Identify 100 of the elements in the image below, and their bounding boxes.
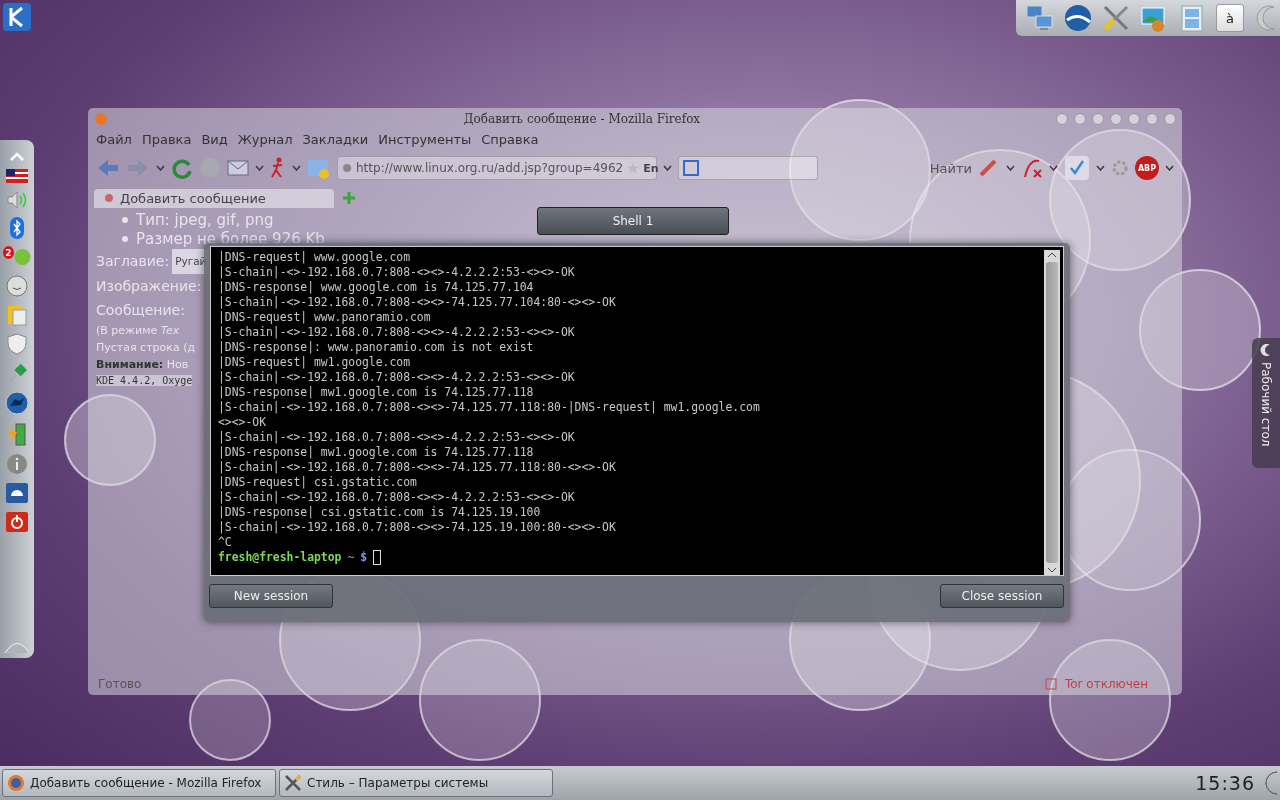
prompt-path: ~ (347, 550, 355, 565)
info-icon[interactable] (6, 453, 28, 475)
monitors-icon[interactable] (1026, 4, 1054, 32)
list-item: Тип: jpeg, gif, png (136, 211, 274, 229)
menu-item[interactable]: Правка (141, 132, 192, 147)
lock-icon[interactable] (5, 482, 29, 504)
terminal-line: |S-chain|-<>-192.168.0.7:808-<><>-74.125.77.118:80-<><>-OK (218, 460, 617, 475)
adblock-button[interactable]: ABP (1135, 156, 1159, 180)
new-session-button[interactable]: New session (209, 584, 333, 608)
terminal-line: |S-chain|-<>-192.168.0.7:808-<><>-4.2.2.2:53-<><>-OK (218, 265, 576, 280)
menu-item[interactable]: Журнал (237, 132, 293, 147)
terminal-line: |S-chain|-<>-192.168.0.7:808-<><>-4.2.2.2:53-<><>-OK (218, 490, 576, 505)
menu-item[interactable]: Закладки (302, 132, 369, 147)
terminal-line: |DNS-response| csi.gstatic.com is 74.125.19.100 (218, 505, 542, 520)
terminal-line: |DNS-response| mw1.google.com is 74.125.77.118 (218, 385, 535, 400)
clock: 15:36 (1195, 772, 1255, 794)
file-cabinet-icon[interactable] (1178, 4, 1206, 32)
scrollbar[interactable] (1044, 250, 1060, 575)
caret-icon[interactable] (156, 165, 165, 171)
taskbar-task[interactable]: Стиль – Параметры системы (279, 769, 553, 797)
terminal-line: |DNS-request| mw1.google.com (218, 355, 412, 370)
terminal-line: |DNS-response| mw1.google.com is 74.125.77.118 (218, 445, 535, 460)
check-icon[interactable] (1064, 155, 1090, 181)
browser-tab[interactable]: Добавить сообщение (94, 188, 334, 208)
pin-icon[interactable] (7, 362, 27, 384)
terminal-line: |S-chain|-<>-192.168.0.7:808-<><>-4.2.2.2:53-<><>-OK (218, 370, 576, 385)
mail-icon[interactable] (227, 160, 249, 176)
clipboard-icon[interactable] (7, 304, 27, 326)
terminal-line: |S-chain|-<>-192.168.0.7:808-<><>-4.2.2.2:53-<><>-OK (218, 430, 576, 445)
field-label: Заглавие: (96, 252, 170, 271)
speaker-icon[interactable] (6, 190, 28, 210)
bullet-icon (122, 236, 128, 242)
caret-icon[interactable] (1006, 165, 1015, 171)
prompt-symbol: $ (360, 550, 368, 565)
menu-item[interactable]: Инструменты (378, 132, 472, 147)
keyboard-key[interactable]: à (1216, 4, 1244, 32)
taskbar-task[interactable]: Добавить сообщение - Mozilla Firefox (2, 769, 276, 797)
menu-item[interactable]: Вид (201, 132, 228, 147)
terminal-line: ^C (218, 535, 233, 550)
caret-icon[interactable] (1049, 165, 1058, 171)
chevron-up-icon[interactable] (9, 152, 25, 162)
field-label: Сообщение: (96, 301, 185, 320)
gear-icon[interactable] (1111, 159, 1129, 177)
wolf-globe-icon[interactable] (5, 391, 29, 415)
search-field[interactable] (678, 156, 818, 180)
battery-icon[interactable] (7, 422, 27, 446)
terminal-line: <><>-OK (218, 415, 267, 430)
scroll-down-icon[interactable] (1047, 567, 1057, 573)
caret-icon[interactable] (292, 165, 301, 171)
terminal-line: |S-chain|-<>-192.168.0.7:808-<><>-4.2.2.2:53-<><>-OK (218, 325, 576, 340)
smiley-bubble-icon[interactable] (6, 275, 28, 297)
globe-icon[interactable] (1064, 4, 1092, 32)
terminal-line: |S-chain|-<>-192.168.0.7:808-<><>-74.125.77.118:80-|DNS-request| mw1.google.com (218, 400, 761, 415)
close-session-button[interactable]: Close session (940, 584, 1064, 608)
terminal-line: |S-chain|-<>-192.168.0.7:808-<><>-74.125.77.104:80-<><>-OK (218, 295, 617, 310)
search-engine-icon[interactable] (683, 160, 701, 176)
back-arrow-icon[interactable] (96, 158, 120, 178)
find-button[interactable]: Найти (929, 160, 972, 176)
image-editor-icon[interactable] (1140, 4, 1168, 32)
caret-icon[interactable] (255, 165, 264, 171)
address-field[interactable]: http://www.linux.org.ru/add.jsp?group=4962 En (337, 156, 657, 180)
scroll-up-icon[interactable] (1047, 252, 1057, 258)
terminal-line: |DNS-response|: www.panoramio.com is not exist (218, 340, 535, 355)
caret-icon[interactable] (663, 165, 672, 171)
bluetooth-icon[interactable] (10, 217, 24, 239)
menu-item[interactable]: Файл (96, 132, 132, 147)
reload-icon[interactable] (171, 157, 193, 179)
globe-icon[interactable] (7, 774, 25, 792)
caret-icon[interactable] (1096, 165, 1105, 171)
chat-bubble-icon[interactable] (14, 246, 31, 266)
terminal-line: |DNS-request| www.panoramio.com (218, 310, 432, 325)
tools-icon[interactable] (1102, 4, 1130, 32)
tools-icon[interactable] (284, 774, 302, 792)
terminal-line: |DNS-request| www.google.com (218, 250, 412, 265)
hint-text: Внимание: Нов (96, 357, 189, 373)
message-count-badge: 2 (3, 246, 14, 259)
caret-icon[interactable] (1165, 165, 1174, 171)
tor-icon[interactable] (1044, 678, 1057, 690)
hint-text: Пустая строка (д (96, 340, 196, 356)
terminal-line: |DNS-request| csi.gstatic.com (218, 475, 418, 490)
script-icon[interactable] (1021, 157, 1043, 179)
power-icon[interactable] (5, 511, 29, 533)
bullet-icon (122, 217, 128, 223)
kde-logo-icon[interactable] (2, 2, 32, 32)
menu-item[interactable]: Справка (481, 132, 539, 147)
shell-tab[interactable]: Shell 1 (537, 207, 729, 235)
terminal-line: |DNS-response| www.google.com is 74.125.77.104 (218, 280, 535, 295)
image-icon[interactable] (307, 157, 331, 179)
prompt-user-host: fresh@fresh-laptop (218, 550, 342, 565)
hint-text: (В режиме Tex (96, 323, 180, 339)
shield-icon[interactable] (7, 333, 27, 355)
cursor-icon (373, 550, 382, 565)
us-flag-icon[interactable] (6, 169, 28, 183)
terminal-line: |S-chain|-<>-192.168.0.7:808-<><>-74.125.19.100:80-<><>-OK (218, 520, 617, 535)
window-title: Добавить сообщение - Mozilla Firefox (462, 112, 702, 126)
star-icon[interactable] (627, 162, 640, 174)
message-field[interactable]: KDE 4.4.2, Oxyge (96, 375, 193, 386)
status-text: Готово (98, 677, 142, 691)
field-label: Изображение: (96, 277, 202, 296)
input-language-indicator[interactable]: En (643, 161, 659, 175)
